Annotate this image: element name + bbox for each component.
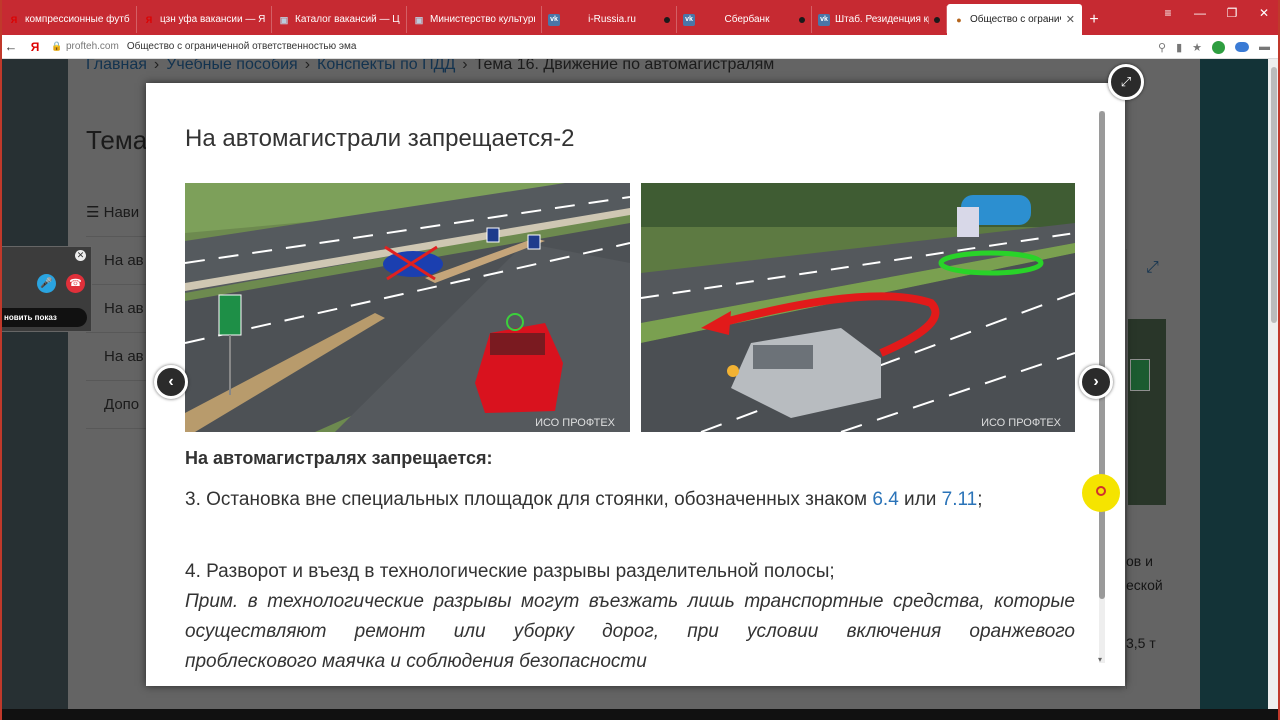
tab-bar: Якомпрессионные футболки Яцзн уфа ваканс… [0,0,1280,35]
close-icon[interactable]: ✕ [75,250,86,261]
sign-7-11-link[interactable]: 7.11 [942,489,978,510]
cursor-ring-icon [1096,486,1106,496]
close-tab-icon[interactable]: ✕ [1066,13,1075,26]
maximize-icon[interactable]: ❐ [1216,0,1248,26]
yandex-logo-icon[interactable]: Я [22,40,48,54]
protect-icon[interactable] [1212,40,1225,54]
url-title[interactable]: Общество с ограниченной ответственностью… [127,41,357,52]
vk-icon: vk [818,13,830,26]
mouse-cursor-highlight [1082,474,1120,512]
window-controls: ≡ — ❐ ✕ [1152,0,1280,26]
browser-tab[interactable]: vk i-Russia.ru [542,6,677,33]
modal-title: На автомагистрали запрещается-2 [185,125,575,152]
browser-tab-active[interactable]: ●Общество с ограниченн✕ [947,4,1082,35]
scroll-down-icon[interactable]: ▾ [1098,655,1102,664]
fullscreen-icon: ⤢ [1120,74,1132,89]
previous-image-button[interactable]: ‹ [154,365,188,399]
page-scrollbar-thumb[interactable] [1271,67,1277,323]
lightbox-modal: На автомагистрали запрещается-2 ИСО ПРОФ… [146,83,1125,686]
browser-tab[interactable]: ▣Каталог вакансий — ЦЗН г. [272,6,407,33]
microphone-icon[interactable]: 🎤 [37,274,56,293]
browser-tab[interactable]: Якомпрессионные футболки [2,6,137,33]
browser-tab[interactable]: vk Сбербанк [677,6,812,33]
note-text-continued: проблескового маячка и соблюдения безопа… [185,651,647,672]
sign-6-4-link[interactable]: 6.4 [872,489,898,510]
menu-icon[interactable]: ≡ [1152,0,1184,26]
note-text: Прим. в технологические разрывы могут въ… [185,591,1075,642]
window-border [0,0,2,720]
hangup-icon[interactable]: ☎ [66,274,85,293]
section-heading: На автомагистралях запрещается: [185,448,493,468]
chevron-left-icon: ‹ [168,373,174,390]
call-widget: ✕ 🎤 ☎ новить показ [0,246,92,332]
url-host[interactable]: profteh.com [66,41,119,52]
alice-icon[interactable] [1235,42,1249,52]
lock-icon: 🔒 [51,41,63,51]
audio-dot-icon [664,16,670,23]
vk-icon: vk [548,13,560,26]
bookmark-star-icon[interactable]: ★ [1192,41,1202,54]
audio-dot-icon [934,16,940,23]
browser-tab[interactable]: Яцзн уфа вакансии — Яндекс [137,6,272,33]
illustration-uturn: ИСО ПРОФТЕХ [641,183,1075,432]
chevron-right-icon: › [1093,373,1099,390]
browser-tab[interactable]: vkШтаб. Резиденция креат [812,6,947,33]
browser-tab[interactable]: ▣Министерство культуры Ре [407,6,542,33]
minimize-icon[interactable]: — [1184,0,1216,26]
site-favicon-icon: ● [956,14,962,25]
image-watermark: ИСО ПРОФТЕХ [981,417,1062,429]
fullscreen-button[interactable]: ⤢ [1108,64,1144,100]
reader-icon[interactable]: ▮ [1176,41,1182,54]
rule-3-text: 3. Остановка вне специальных площадок дл… [185,489,983,510]
modal-scrollbar-thumb[interactable] [1099,111,1105,599]
taskbar [0,709,1280,720]
close-window-icon[interactable]: ✕ [1248,0,1280,26]
address-bar-actions: ⚲ ▮ ★ ▬ [1158,35,1270,59]
yandex-icon: Я [10,14,18,25]
illustration-parking: ИСО ПРОФТЕХ [185,183,630,432]
site-icon: ▣ [279,14,289,25]
address-bar: ← Я 🔒 profteh.com Общество с ограниченно… [0,35,1280,59]
resume-share-button[interactable]: новить показ [1,308,87,327]
parking-scene-illustration: ИСО ПРОФТЕХ [185,183,630,432]
search-icon[interactable]: ⚲ [1158,41,1166,54]
audio-dot-icon [799,16,805,23]
image-watermark: ИСО ПРОФТЕХ [535,417,616,429]
downloads-icon[interactable]: ▬ [1259,41,1270,53]
yandex-icon: Я [145,14,153,25]
rule-4-text: 4. Разворот и въезд в технологические ра… [185,561,835,582]
new-tab-button[interactable]: + [1082,6,1106,33]
site-icon: ▣ [414,14,424,25]
uturn-scene-illustration: ИСО ПРОФТЕХ [641,183,1075,432]
back-icon[interactable]: ← [0,39,22,54]
next-image-button[interactable]: › [1079,365,1113,399]
vk-icon: vk [683,13,695,26]
